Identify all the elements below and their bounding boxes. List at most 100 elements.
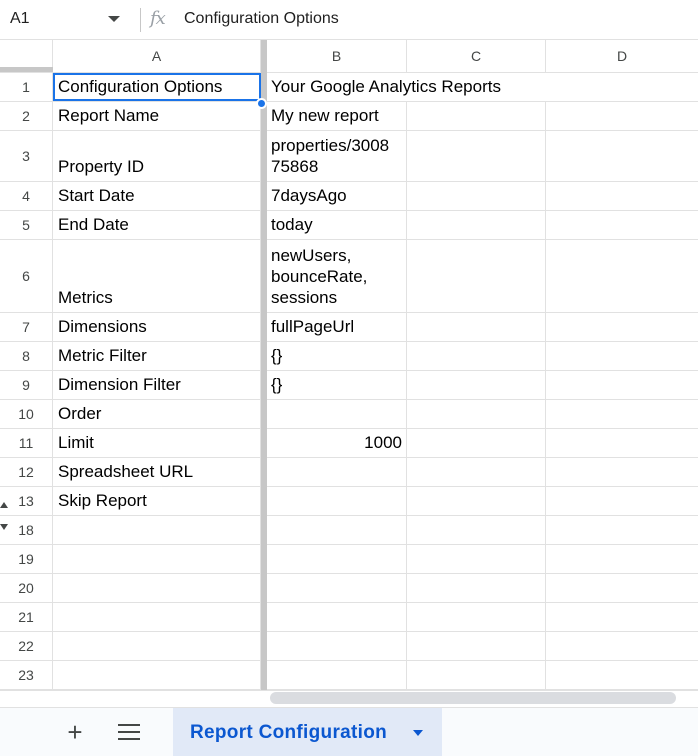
- hidden-rows-toggle[interactable]: [0, 502, 10, 532]
- formula-input[interactable]: Configuration Options: [184, 10, 339, 28]
- cell-c[interactable]: [407, 342, 546, 370]
- cell-a[interactable]: End Date: [53, 211, 261, 239]
- row-header[interactable]: 11: [0, 429, 53, 457]
- cell-d[interactable]: [546, 487, 698, 515]
- cell-a[interactable]: [53, 661, 261, 689]
- cell-a[interactable]: Limit: [53, 429, 261, 457]
- sheet-tab-report-configuration[interactable]: Report Configuration: [173, 708, 442, 756]
- cell-c[interactable]: [407, 429, 546, 457]
- cell-c[interactable]: [407, 458, 546, 486]
- cell-a[interactable]: [53, 545, 261, 573]
- cell-d[interactable]: [546, 458, 698, 486]
- row-header[interactable]: 23: [0, 661, 53, 689]
- cell-c[interactable]: [407, 400, 546, 428]
- cell-c[interactable]: [407, 102, 546, 130]
- cell-c[interactable]: [407, 603, 546, 631]
- cell-b[interactable]: newUsers, bounceRate, sessions: [267, 240, 407, 312]
- cell-b[interactable]: [267, 574, 407, 602]
- cell-a[interactable]: [53, 574, 261, 602]
- cell-c[interactable]: [407, 182, 546, 210]
- cell-c[interactable]: [407, 661, 546, 689]
- cell-a[interactable]: [53, 603, 261, 631]
- cell-b[interactable]: [267, 487, 407, 515]
- cell-b[interactable]: {}: [267, 371, 407, 399]
- all-sheets-menu-icon[interactable]: [118, 724, 140, 740]
- row-header[interactable]: 3: [0, 131, 53, 181]
- row-header[interactable]: 6: [0, 240, 53, 312]
- row-header[interactable]: 1: [0, 73, 53, 101]
- cell-b[interactable]: [267, 400, 407, 428]
- freeze-row-handle[interactable]: [0, 67, 53, 72]
- cell-a[interactable]: Metric Filter: [53, 342, 261, 370]
- cell-a[interactable]: Order: [53, 400, 261, 428]
- column-header-c[interactable]: C: [407, 40, 546, 72]
- cell-a[interactable]: Skip Report: [53, 487, 261, 515]
- cell-b[interactable]: My new report: [267, 102, 407, 130]
- cell-a[interactable]: [53, 516, 261, 544]
- row-header[interactable]: 7: [0, 313, 53, 341]
- cell-d[interactable]: [546, 429, 698, 457]
- cell-c[interactable]: [407, 516, 546, 544]
- cell-c[interactable]: [407, 240, 546, 312]
- cell-b[interactable]: {}: [267, 342, 407, 370]
- cell-c[interactable]: [407, 371, 546, 399]
- cell-c[interactable]: [407, 211, 546, 239]
- row-header[interactable]: 10: [0, 400, 53, 428]
- cell-a[interactable]: Spreadsheet URL: [53, 458, 261, 486]
- cell-d[interactable]: [546, 102, 698, 130]
- chevron-down-icon[interactable]: [413, 730, 423, 736]
- row-header[interactable]: 2: [0, 102, 53, 130]
- cell-c[interactable]: [407, 131, 546, 181]
- cell-b[interactable]: properties/3008 75868: [267, 131, 407, 181]
- cell-d[interactable]: [546, 574, 698, 602]
- cell-d[interactable]: [546, 371, 698, 399]
- cell-b[interactable]: 1000: [267, 429, 407, 457]
- chevron-down-icon[interactable]: [108, 16, 120, 22]
- cell-a[interactable]: Dimension Filter: [53, 371, 261, 399]
- cell-d[interactable]: [546, 182, 698, 210]
- column-header-b[interactable]: B: [267, 40, 407, 72]
- cell-d[interactable]: [546, 603, 698, 631]
- cell-d[interactable]: [546, 661, 698, 689]
- cell-b[interactable]: [267, 603, 407, 631]
- cell-b[interactable]: Your Google Analytics Reports: [267, 73, 527, 101]
- row-header[interactable]: 12: [0, 458, 53, 486]
- cell-d[interactable]: [546, 131, 698, 181]
- cell-b[interactable]: [267, 458, 407, 486]
- cell-d[interactable]: [546, 632, 698, 660]
- row-header[interactable]: 19: [0, 545, 53, 573]
- cell-c[interactable]: [407, 487, 546, 515]
- cell-b[interactable]: [267, 516, 407, 544]
- cell-c[interactable]: [407, 313, 546, 341]
- cell-b[interactable]: today: [267, 211, 407, 239]
- cell-a[interactable]: Dimensions: [53, 313, 261, 341]
- cell-a[interactable]: Metrics: [53, 240, 261, 312]
- cell-c[interactable]: [407, 545, 546, 573]
- cell-d[interactable]: [546, 211, 698, 239]
- row-header[interactable]: 4: [0, 182, 53, 210]
- cell-a[interactable]: [53, 632, 261, 660]
- cell-d[interactable]: [546, 516, 698, 544]
- row-header[interactable]: 21: [0, 603, 53, 631]
- column-header-d[interactable]: D: [546, 40, 698, 72]
- cell-d[interactable]: [546, 545, 698, 573]
- arrow-up-icon[interactable]: [0, 502, 8, 508]
- row-header[interactable]: 9: [0, 371, 53, 399]
- name-box[interactable]: A1: [0, 0, 132, 40]
- cell-a[interactable]: Property ID: [53, 131, 261, 181]
- selection-fill-handle[interactable]: [256, 98, 267, 109]
- select-all-corner[interactable]: [0, 40, 53, 72]
- row-header[interactable]: 20: [0, 574, 53, 602]
- cell-b[interactable]: [267, 661, 407, 689]
- horizontal-scrollbar[interactable]: [270, 692, 676, 704]
- cell-c[interactable]: [407, 574, 546, 602]
- cell-d[interactable]: [546, 400, 698, 428]
- cell-b[interactable]: [267, 545, 407, 573]
- row-header[interactable]: 8: [0, 342, 53, 370]
- cell-b[interactable]: fullPageUrl: [267, 313, 407, 341]
- cell-a[interactable]: Report Name: [53, 102, 261, 130]
- cell-a[interactable]: Start Date: [53, 182, 261, 210]
- cell-b[interactable]: 7daysAgo: [267, 182, 407, 210]
- cell-d[interactable]: [546, 240, 698, 312]
- row-header[interactable]: 5: [0, 211, 53, 239]
